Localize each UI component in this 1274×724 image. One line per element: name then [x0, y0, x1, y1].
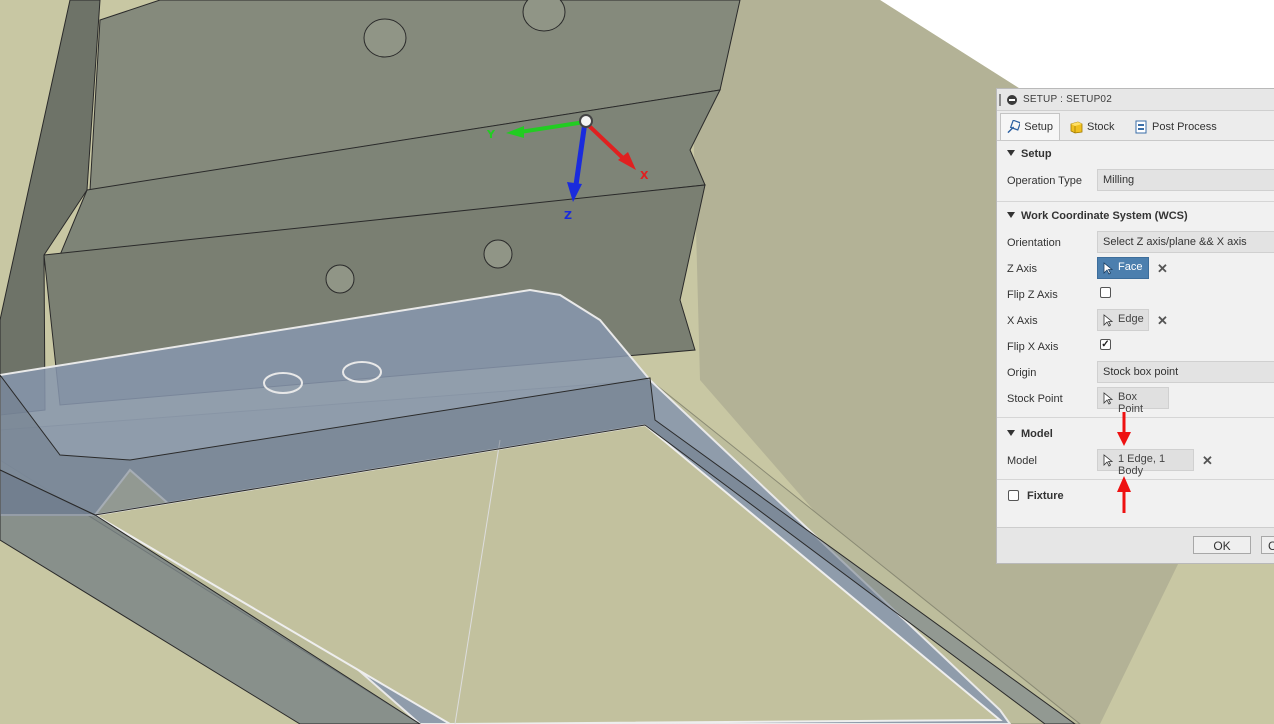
drag-grip-icon[interactable]	[999, 94, 1001, 106]
origin-label: Origin	[1007, 367, 1037, 379]
panel-titlebar[interactable]: SETUP : SETUP02	[997, 89, 1274, 111]
z-axis-selection-button[interactable]: Face	[1097, 257, 1149, 279]
panel-tabs: Setup Stock Post Process	[997, 111, 1274, 141]
section-model-title: Model	[1021, 428, 1053, 440]
hole	[483, 239, 513, 269]
flip-x-axis-checkbox[interactable]: ✓	[1100, 339, 1111, 350]
collapse-icon[interactable]	[1007, 95, 1017, 105]
annotation-arrowhead-down	[1117, 432, 1131, 446]
y-axis-label: Y	[487, 128, 495, 141]
stock-cube-icon	[1070, 121, 1083, 133]
clear-x-axis-icon[interactable]: ✕	[1157, 313, 1168, 329]
tab-setup[interactable]: Setup	[1000, 113, 1060, 140]
section-wcs-title: Work Coordinate System (WCS)	[1021, 210, 1188, 222]
fixture-checkbox[interactable]	[1008, 490, 1019, 501]
checkmark-icon: ✓	[1101, 339, 1110, 350]
x-axis-selection-value: Edge	[1118, 313, 1144, 325]
section-setup-heading[interactable]: Setup	[1007, 148, 1052, 160]
ok-button[interactable]: OK	[1193, 536, 1251, 554]
tab-setup-label: Setup	[1024, 121, 1053, 133]
z-axis-label: Z Axis	[1007, 263, 1037, 275]
annotation-arrowhead-up	[1117, 476, 1131, 492]
tab-post-process[interactable]: Post Process	[1128, 113, 1226, 140]
section-divider	[997, 201, 1274, 202]
x-axis-selection-button[interactable]: Edge	[1097, 309, 1149, 331]
operation-type-label: Operation Type	[1007, 175, 1083, 187]
model-label: Model	[1007, 455, 1037, 467]
section-model-heading[interactable]: Model	[1007, 428, 1053, 440]
flip-x-axis-label: Flip X Axis	[1007, 341, 1059, 353]
tab-stock-label: Stock	[1087, 120, 1115, 133]
collapse-triangle-icon	[1007, 212, 1015, 218]
z-axis-label: Z	[564, 209, 572, 222]
hole	[363, 18, 407, 58]
stock-point-label: Stock Point	[1007, 393, 1063, 405]
tab-post-process-label: Post Process	[1152, 120, 1217, 133]
cursor-arrow-icon	[1103, 392, 1113, 405]
panel-footer: OK C	[997, 527, 1274, 563]
section-setup-title: Setup	[1021, 148, 1052, 160]
flip-z-axis-label: Flip Z Axis	[1007, 289, 1058, 301]
collapse-triangle-icon	[1007, 430, 1015, 436]
hole	[325, 264, 355, 294]
clear-z-axis-icon[interactable]: ✕	[1157, 261, 1168, 277]
cursor-arrow-icon	[1103, 262, 1113, 275]
panel-title: SETUP : SETUP02	[1023, 94, 1112, 105]
z-axis-selection-value: Face	[1118, 261, 1143, 273]
orientation-dropdown[interactable]: Select Z axis/plane && X axis	[1097, 231, 1274, 253]
x-axis-label: X	[640, 169, 649, 182]
section-wcs-heading[interactable]: Work Coordinate System (WCS)	[1007, 210, 1188, 222]
operation-type-dropdown[interactable]: Milling	[1097, 169, 1274, 191]
x-axis-label: X Axis	[1007, 315, 1038, 327]
cancel-button[interactable]: C	[1261, 536, 1274, 554]
origin-dropdown[interactable]: Stock box point	[1097, 361, 1274, 383]
annotation-arrows	[1117, 412, 1131, 513]
stock-point-selection-button[interactable]: Box Point	[1097, 387, 1169, 415]
orientation-label: Orientation	[1007, 237, 1061, 249]
setup-icon	[1007, 120, 1021, 134]
cursor-arrow-icon	[1103, 314, 1113, 327]
flip-z-axis-checkbox[interactable]	[1100, 287, 1111, 298]
clear-model-icon[interactable]: ✕	[1202, 453, 1213, 469]
post-process-icon	[1135, 120, 1147, 133]
section-fixture-heading[interactable]: Fixture	[1027, 490, 1064, 502]
origin-point	[579, 114, 593, 128]
collapse-triangle-icon	[1007, 150, 1015, 156]
tab-stock[interactable]: Stock	[1063, 113, 1125, 140]
